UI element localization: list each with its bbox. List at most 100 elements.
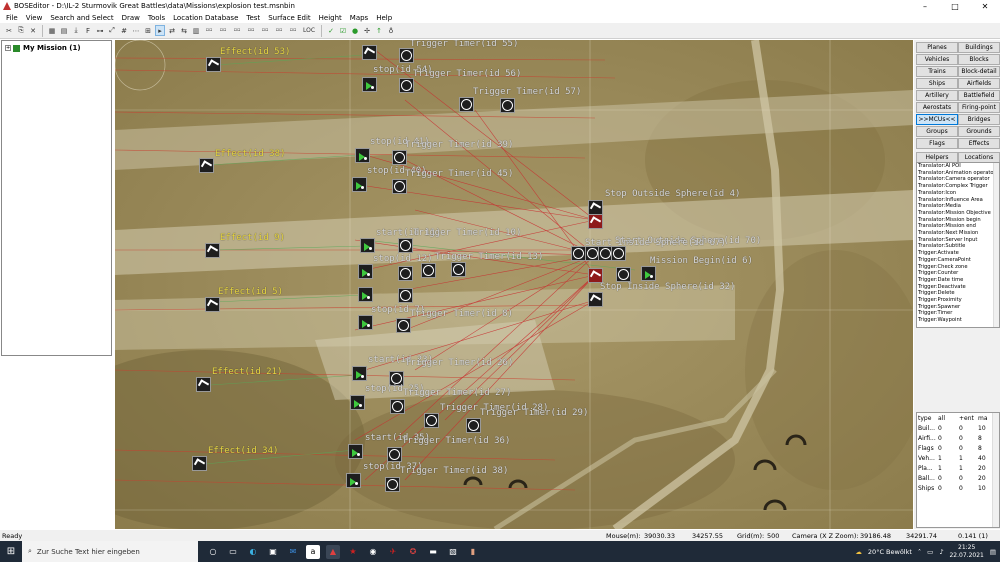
tray-chevron-icon[interactable]: ˄: [918, 548, 921, 556]
activate-icon[interactable]: [355, 148, 370, 163]
filter-mcu-4-icon[interactable]: ▫▫: [245, 25, 257, 36]
game-app-icon[interactable]: ✪: [406, 545, 420, 559]
hash-icon[interactable]: #: [119, 25, 129, 36]
effect-icon[interactable]: [205, 297, 220, 312]
menu-maps[interactable]: Maps: [346, 14, 372, 22]
blocks-button[interactable]: Blocks: [958, 54, 1000, 65]
image-app-icon[interactable]: ▧: [446, 545, 460, 559]
mcu-list-item[interactable]: Trigger:Waypoint: [917, 317, 999, 324]
effects-button[interactable]: Effects: [958, 138, 1000, 149]
menu-test[interactable]: Test: [242, 14, 264, 22]
mcu-list-item[interactable]: Trigger:Timer: [917, 310, 999, 317]
activate-icon[interactable]: [358, 315, 373, 330]
dotgrid-icon[interactable]: ⋯: [131, 25, 141, 36]
mail-icon[interactable]: ✉: [286, 545, 300, 559]
mcu-list-item[interactable]: Trigger:Delete: [917, 290, 999, 297]
loc-button[interactable]: LOC: [301, 25, 317, 36]
mcu-list-item[interactable]: Trigger:Deactivate: [917, 284, 999, 291]
network-icon[interactable]: ▭: [927, 548, 933, 556]
mcu-list-item[interactable]: Trigger:Proximity: [917, 297, 999, 304]
effect-icon[interactable]: [192, 456, 207, 471]
mcu-list-item[interactable]: Translator:AI POI: [917, 163, 999, 170]
mcu-list-item[interactable]: Translator:Subtitle: [917, 243, 999, 250]
star-icon[interactable]: ✢: [362, 25, 372, 36]
effect-icon[interactable]: [206, 57, 221, 72]
planes-button[interactable]: Planes: [916, 42, 958, 53]
mcu-list-item[interactable]: Translator:Mission begin: [917, 217, 999, 224]
filter-mcu-6-icon[interactable]: ▫▫: [273, 25, 285, 36]
amazon-icon[interactable]: a: [306, 544, 320, 559]
timer-icon[interactable]: [390, 399, 405, 414]
store-icon[interactable]: ▣: [266, 545, 280, 559]
effect-icon[interactable]: [362, 45, 377, 60]
book-icon[interactable]: ▥: [191, 25, 201, 36]
firing-point-button[interactable]: Firing-point: [958, 102, 1000, 113]
timer-icon[interactable]: [466, 418, 481, 433]
activate-icon[interactable]: [352, 177, 367, 192]
timer-icon[interactable]: [616, 267, 631, 282]
menu-draw[interactable]: Draw: [118, 14, 144, 22]
timer-icon[interactable]: [500, 98, 515, 113]
groups-button[interactable]: Groups: [916, 126, 958, 137]
checkmark-icon[interactable]: ✓: [326, 25, 336, 36]
green-dot-icon[interactable]: ●: [350, 25, 360, 36]
stop-sphere-icon[interactable]: [588, 292, 603, 307]
timer-icon[interactable]: [396, 318, 411, 333]
layers-icon[interactable]: ▤: [59, 25, 69, 36]
filter-mcu-3-icon[interactable]: ▫▫: [231, 25, 243, 36]
trains-button[interactable]: Trains: [916, 66, 958, 77]
mcu-list-item[interactable]: Translator:Icon: [917, 190, 999, 197]
split-icon[interactable]: ⇆: [179, 25, 189, 36]
disk-app-icon[interactable]: ◉: [366, 545, 380, 559]
timer-icon[interactable]: [385, 477, 400, 492]
figure-app-icon[interactable]: ▮: [466, 545, 480, 559]
expand-icon[interactable]: ⤢: [107, 25, 117, 36]
mcu-list-item[interactable]: Translator:Camera operator: [917, 176, 999, 183]
check-box-icon[interactable]: ☑: [338, 25, 348, 36]
grid-icon[interactable]: ▦: [47, 25, 57, 36]
mcus-button[interactable]: >>MCUs<<: [916, 114, 958, 125]
timer-icon[interactable]: [451, 262, 466, 277]
mcu-list-item[interactable]: Translator:Complex Trigger: [917, 183, 999, 190]
arrows-icon[interactable]: ⇄: [167, 25, 177, 36]
maximize-button[interactable]: □: [940, 0, 970, 12]
battlefield-button[interactable]: Battlefield: [958, 90, 1000, 101]
timer-icon[interactable]: [611, 246, 626, 261]
mcu-list[interactable]: Translator:AI POI Translator:Animation o…: [916, 162, 1000, 328]
mission-begin-icon[interactable]: [641, 266, 656, 281]
link-icon[interactable]: ⊶: [95, 25, 105, 36]
activate-icon[interactable]: [358, 287, 373, 302]
il2-app-icon[interactable]: ▲: [326, 544, 340, 559]
pointer-icon[interactable]: ▸: [155, 25, 165, 36]
mcu-list-item[interactable]: Translator:Mission Objective: [917, 210, 999, 217]
timer-icon[interactable]: [398, 266, 413, 281]
mcu-list-item[interactable]: Translator:Media: [917, 203, 999, 210]
filter-mcu-5-icon[interactable]: ▫▫: [259, 25, 271, 36]
mcu-list-item[interactable]: Translator:Influence Area: [917, 197, 999, 204]
mcu-list-item[interactable]: Trigger:Spawner: [917, 304, 999, 311]
bridges-button[interactable]: Bridges: [958, 114, 1000, 125]
mcu-list-item[interactable]: Trigger:Activate: [917, 250, 999, 257]
mcu-list-item[interactable]: Trigger:CameraPoint: [917, 257, 999, 264]
menu-view[interactable]: View: [22, 14, 47, 22]
activate-icon[interactable]: [362, 77, 377, 92]
mcu-list-item[interactable]: Translator:Animation operato: [917, 170, 999, 177]
timer-icon[interactable]: [571, 246, 586, 261]
menu-height[interactable]: Height: [315, 14, 346, 22]
delete-icon[interactable]: ✕: [28, 25, 38, 36]
minimize-button[interactable]: –: [910, 0, 940, 12]
activate-icon[interactable]: [358, 264, 373, 279]
mcu-list-item[interactable]: Trigger:Counter: [917, 270, 999, 277]
bulb-icon[interactable]: ♁: [386, 25, 396, 36]
activate-icon[interactable]: [346, 473, 361, 488]
mcu-list-item[interactable]: Translator:Server Input: [917, 237, 999, 244]
edge-icon[interactable]: ◐: [246, 545, 260, 559]
expand-icon[interactable]: +: [5, 45, 11, 51]
effect-icon[interactable]: [199, 158, 214, 173]
timer-icon[interactable]: [399, 78, 414, 93]
mcu-list-item[interactable]: Trigger:Date time: [917, 277, 999, 284]
menu-tools[interactable]: Tools: [144, 14, 169, 22]
aerostats-button[interactable]: Aerostats: [916, 102, 958, 113]
menu-file[interactable]: File: [2, 14, 22, 22]
weather-text[interactable]: 20°C Bewölkt: [868, 548, 912, 556]
